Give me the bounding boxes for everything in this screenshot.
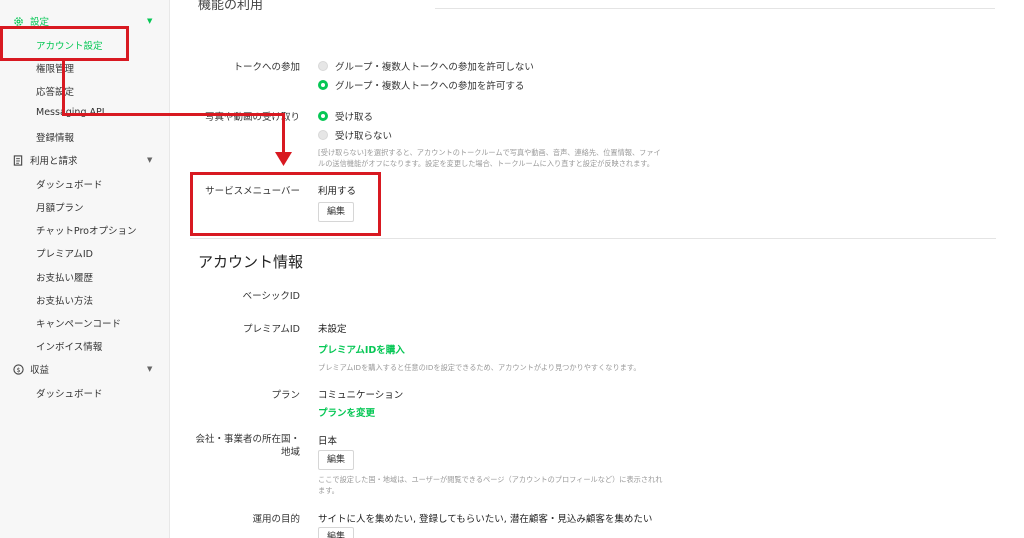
country-note: ここで設定した国・地域は、ユーザーが閲覧できるページ（アカウントのプロフィールな… (318, 474, 662, 496)
basic-id-label: ベーシックID (242, 291, 300, 302)
sidebar-item-payment-method[interactable]: お支払い方法 (36, 293, 93, 307)
radio-label: グループ・複数人トークへの参加を許可しない (335, 62, 534, 73)
divider (435, 8, 995, 9)
dollar-coin-icon: $ (12, 363, 24, 375)
account-info-title: アカウント情報 (198, 253, 304, 271)
svg-text:$: $ (16, 365, 20, 373)
sidebar-item-permissions[interactable]: 権限管理 (36, 61, 74, 75)
note-line: [受け取らない]を選択すると、アカウントのトークルームで写真や動画、音声、連絡先… (318, 148, 661, 157)
divider (190, 238, 996, 239)
chevron-down-icon[interactable]: ▼ (147, 365, 152, 373)
radio-label: 受け取らない (335, 131, 393, 142)
annotation-connector (62, 113, 285, 116)
label-line: 会社・事業者の所在国・ (195, 434, 300, 445)
note-line: ます。 (318, 486, 339, 495)
annotation-connector (62, 60, 65, 116)
annotation-highlight-account-settings (0, 26, 129, 61)
radio-unselected-icon (318, 61, 328, 71)
sidebar-section-label: 利用と請求 (30, 156, 78, 167)
media-receive-label: 写真や動画の受け取り (204, 112, 300, 123)
main-content: 機能の利用 トークへの参加 グループ・複数人トークへの参加を許可しない グループ… (170, 0, 1024, 538)
note-line: ルの送信機能がオフになります。設定を変更した場合、トークルームに入り直すと設定が… (318, 159, 654, 168)
purpose-value: サイトに人を集めたい, 登録してもらいたい, 潜在顧客・見込み顧客を集めたい (318, 514, 653, 525)
sidebar-item-payment-history[interactable]: お支払い履歴 (36, 270, 93, 284)
annotation-highlight-service-menu (190, 172, 381, 236)
features-section-title: 機能の利用 (198, 0, 264, 13)
radio-selected-icon (318, 111, 328, 121)
sidebar-section-billing[interactable]: 利用と請求 (12, 153, 78, 167)
plan-label: プラン (271, 390, 300, 401)
purpose-label: 運用の目的 (252, 514, 300, 525)
country-value: 日本 (318, 436, 338, 447)
document-icon (12, 154, 24, 166)
radio-label: 受け取る (335, 112, 374, 123)
sidebar-item-monthly-plan[interactable]: 月額プラン (36, 200, 84, 214)
radio-talk-allow[interactable]: グループ・複数人トークへの参加を許可する (318, 78, 524, 92)
annotation-connector (282, 113, 285, 155)
plan-value: コミュニケーション (318, 390, 404, 401)
radio-selected-icon (318, 80, 328, 90)
chevron-down-icon[interactable]: ▼ (147, 156, 152, 164)
radio-media-not-receive[interactable]: 受け取らない (318, 128, 392, 142)
radio-label: グループ・複数人トークへの参加を許可する (335, 81, 525, 92)
chevron-down-icon[interactable]: ▼ (147, 17, 152, 25)
sidebar-item-response-settings[interactable]: 応答設定 (36, 84, 74, 98)
radio-media-receive[interactable]: 受け取る (318, 109, 373, 123)
talk-participation-label: トークへの参加 (233, 62, 300, 73)
buy-premium-id-link[interactable]: プレミアムIDを購入 (318, 342, 405, 356)
sidebar-item-revenue-dashboard[interactable]: ダッシュボード (36, 386, 103, 400)
purpose-edit-button[interactable]: 編集 (318, 527, 355, 538)
sidebar-section-revenue[interactable]: $ 収益 (12, 362, 49, 376)
sidebar-section-label: 収益 (30, 365, 50, 376)
radio-unselected-icon (318, 130, 328, 140)
radio-talk-disallow[interactable]: グループ・複数人トークへの参加を許可しない (318, 59, 534, 73)
country-label: 会社・事業者の所在国・ 地域 (195, 433, 300, 459)
sidebar-item-dashboard[interactable]: ダッシュボード (36, 177, 103, 191)
premium-id-note: プレミアムIDを購入すると任意のIDを設定できるため、アカウントがより見つかりや… (318, 363, 641, 372)
arrow-down-icon (275, 152, 292, 166)
premium-id-label: プレミアムID (243, 324, 300, 335)
sidebar-item-campaign-code[interactable]: キャンペーンコード (36, 316, 121, 330)
sidebar-item-registration-info[interactable]: 登録情報 (36, 130, 74, 144)
label-line: 地域 (280, 447, 300, 458)
sidebar-item-invoice-info[interactable]: インボイス情報 (36, 339, 102, 353)
media-note: [受け取らない]を選択すると、アカウントのトークルームで写真や動画、音声、連絡先… (318, 147, 661, 169)
sidebar-item-chat-pro[interactable]: チャットProオプション (36, 223, 136, 237)
change-plan-link[interactable]: プランを変更 (318, 405, 375, 419)
premium-id-value: 未設定 (318, 324, 347, 335)
sidebar: 設定 ▼ アカウント設定 権限管理 応答設定 Messaging API 登録情… (0, 0, 170, 538)
note-line: ここで設定した国・地域は、ユーザーが閲覧できるページ（アカウントのプロフィールな… (318, 475, 663, 484)
country-edit-button[interactable]: 編集 (318, 450, 355, 470)
sidebar-item-premium-id[interactable]: プレミアムID (36, 246, 93, 260)
